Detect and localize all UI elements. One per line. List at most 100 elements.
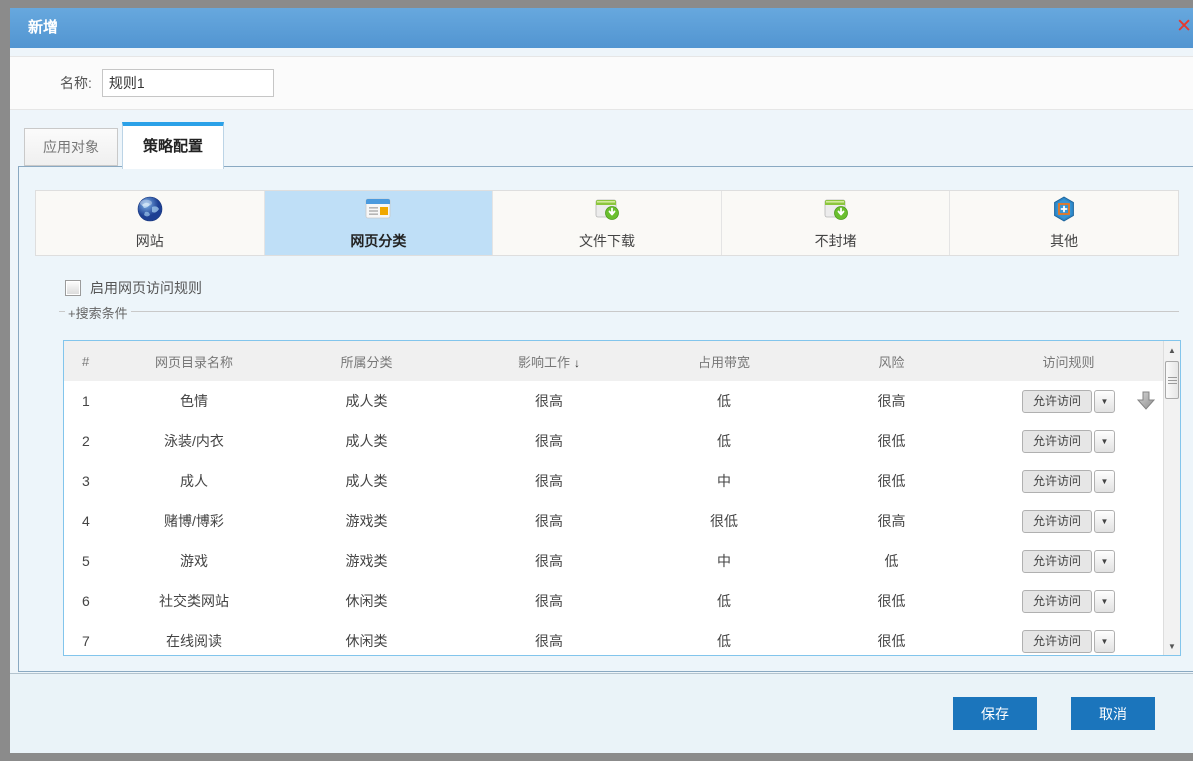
dropdown-arrow-icon[interactable]: ▼ [1094,630,1115,653]
access-rule-value[interactable]: 允许访问 [1022,590,1092,613]
row-number: 4 [64,513,114,529]
table-body: 1 色情 成人类 很高 低 很高 允许访问 ▼ 2 泳装/内衣 成人类 很高 低… [64,381,1163,655]
category-tab-website[interactable]: 网站 [36,191,265,255]
row-impact: 很高 [459,511,639,531]
row-bandwidth: 低 [639,631,809,651]
row-risk: 很低 [809,631,974,651]
policy-config-panel: 网站 网页分类 [18,166,1193,672]
row-category-name: 色情 [114,391,274,411]
col-header-rule[interactable]: 访问规则 [974,352,1163,371]
table-scrollbar[interactable]: ▲ ▼ [1163,341,1180,655]
access-rule-value[interactable]: 允许访问 [1022,550,1092,573]
move-down-icon[interactable] [1134,389,1158,417]
sort-descending-icon[interactable]: ↓ [574,356,580,370]
row-number: 1 [64,393,114,409]
enable-rule-checkbox[interactable] [65,280,81,296]
scrollbar-thumb[interactable] [1165,361,1179,399]
row-impact: 很高 [459,631,639,651]
dropdown-arrow-icon[interactable]: ▼ [1094,550,1115,573]
col-header-category[interactable]: 所属分类 [274,352,459,371]
category-tab-no-block[interactable]: 不封堵 [722,191,951,255]
scroll-down-icon[interactable]: ▼ [1164,637,1180,655]
close-icon[interactable]: ✕ [1176,17,1192,37]
search-condition-section: +搜索条件 [59,311,1179,312]
row-parent-category: 游戏类 [274,511,459,531]
table-row[interactable]: 5 游戏 游戏类 很高 中 低 允许访问 ▼ [64,541,1163,581]
table-row[interactable]: 7 在线阅读 休闲类 很高 低 很低 允许访问 ▼ [64,621,1163,655]
name-input[interactable] [102,69,274,97]
category-tab-strip: 网站 网页分类 [35,190,1179,256]
row-risk: 很高 [809,391,974,411]
category-tab-file-download[interactable]: 文件下载 [493,191,722,255]
row-risk: 很高 [809,511,974,531]
category-tab-label: 文件下载 [579,231,635,251]
row-category-name: 社交类网站 [114,591,274,611]
search-condition-toggle[interactable]: +搜索条件 [65,303,131,322]
access-rule-dropdown[interactable]: 允许访问 ▼ [1022,430,1115,453]
row-risk: 很低 [809,471,974,491]
save-button[interactable]: 保存 [953,697,1037,730]
row-impact: 很高 [459,431,639,451]
table-header-row: # 网页目录名称 所属分类 影响工作 ↓ 占用带宽 风险 访问规则 [64,341,1163,381]
dialog-footer: 保存 取消 [10,673,1193,753]
row-impact: 很高 [459,471,639,491]
dropdown-arrow-icon[interactable]: ▼ [1094,390,1115,413]
other-icon [1050,195,1078,228]
row-risk: 很低 [809,591,974,611]
dropdown-arrow-icon[interactable]: ▼ [1094,590,1115,613]
row-bandwidth: 低 [639,431,809,451]
name-panel: 名称: [10,56,1193,110]
name-label: 名称: [60,73,92,93]
col-header-bandwidth[interactable]: 占用带宽 [639,352,809,371]
row-category-name: 在线阅读 [114,631,274,651]
tab-policy-config[interactable]: 策略配置 [122,122,224,169]
access-rule-value[interactable]: 允许访问 [1022,430,1092,453]
row-bandwidth: 中 [639,551,809,571]
category-tab-web-classification[interactable]: 网页分类 [265,191,494,255]
access-rule-value[interactable]: 允许访问 [1022,390,1092,413]
access-rule-value[interactable]: 允许访问 [1022,510,1092,533]
row-category-name: 赌博/博彩 [114,511,274,531]
row-parent-category: 成人类 [274,471,459,491]
col-header-impact-label: 影响工作 [518,355,570,370]
row-category-name: 游戏 [114,551,274,571]
row-category-name: 成人 [114,471,274,491]
row-number: 6 [64,593,114,609]
table-row[interactable]: 1 色情 成人类 很高 低 很高 允许访问 ▼ [64,381,1163,421]
col-header-risk[interactable]: 风险 [809,352,974,371]
row-impact: 很高 [459,551,639,571]
dialog-titlebar: 新增 ✕ [10,8,1193,48]
dropdown-arrow-icon[interactable]: ▼ [1094,510,1115,533]
dropdown-arrow-icon[interactable]: ▼ [1094,470,1115,493]
access-rule-dropdown[interactable]: 允许访问 ▼ [1022,550,1115,573]
col-header-name[interactable]: 网页目录名称 [114,352,274,371]
category-tab-label: 不封堵 [815,231,857,251]
table-row[interactable]: 4 赌博/博彩 游戏类 很高 很低 很高 允许访问 ▼ [64,501,1163,541]
row-risk: 很低 [809,431,974,451]
category-tab-label: 网站 [136,231,164,251]
col-header-impact[interactable]: 影响工作 ↓ [459,352,639,371]
access-rule-dropdown[interactable]: 允许访问 ▼ [1022,630,1115,653]
row-impact: 很高 [459,591,639,611]
access-rule-dropdown[interactable]: 允许访问 ▼ [1022,510,1115,533]
add-rule-dialog: 新增 ✕ 名称: 应用对象 策略配置 网站 [10,8,1193,753]
access-rule-dropdown[interactable]: 允许访问 ▼ [1022,470,1115,493]
col-header-index[interactable]: # [64,354,114,369]
scroll-up-icon[interactable]: ▲ [1164,341,1180,359]
access-rule-value[interactable]: 允许访问 [1022,470,1092,493]
category-tab-other[interactable]: 其他 [950,191,1178,255]
webpage-icon [364,195,392,228]
table-row[interactable]: 6 社交类网站 休闲类 很高 低 很低 允许访问 ▼ [64,581,1163,621]
cancel-button[interactable]: 取消 [1071,697,1155,730]
row-parent-category: 休闲类 [274,631,459,651]
category-table: # 网页目录名称 所属分类 影响工作 ↓ 占用带宽 风险 访问规则 1 色情 成人… [63,340,1181,656]
access-rule-dropdown[interactable]: 允许访问 ▼ [1022,590,1115,613]
access-rule-dropdown[interactable]: 允许访问 ▼ [1022,390,1115,413]
row-category-name: 泳装/内衣 [114,431,274,451]
table-row[interactable]: 3 成人 成人类 很高 中 很低 允许访问 ▼ [64,461,1163,501]
access-rule-value[interactable]: 允许访问 [1022,630,1092,653]
dropdown-arrow-icon[interactable]: ▼ [1094,430,1115,453]
row-number: 3 [64,473,114,489]
table-row[interactable]: 2 泳装/内衣 成人类 很高 低 很低 允许访问 ▼ [64,421,1163,461]
tab-application-object[interactable]: 应用对象 [24,128,118,166]
